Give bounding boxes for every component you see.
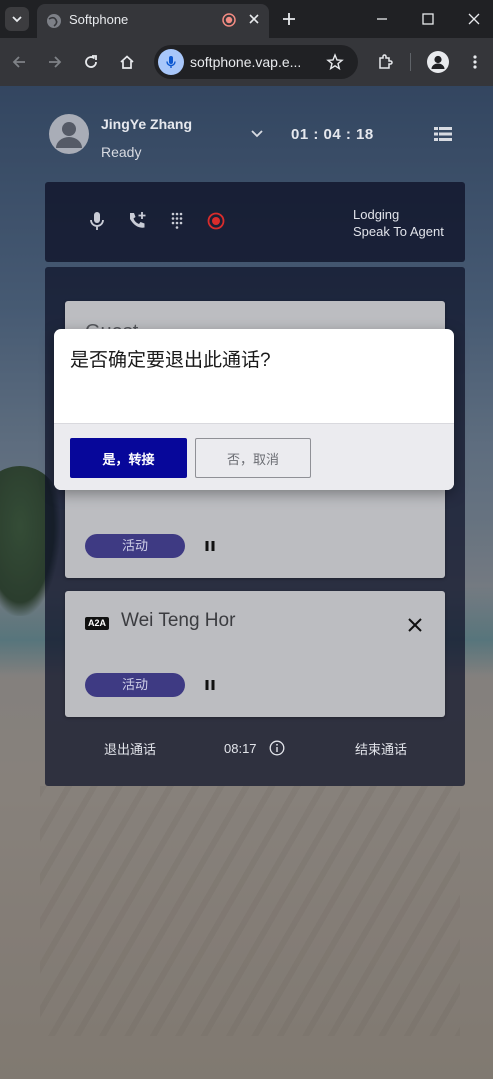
confirm-transfer-button[interactable]: 是，转接 [70,438,187,478]
end-call-button[interactable]: 结束通话 [355,739,407,758]
queue-subtitle: Speak To Agent [353,224,444,239]
browser-tab[interactable]: Softphone [37,4,269,38]
forward-icon[interactable] [46,53,64,71]
close-tab-icon[interactable] [246,11,262,27]
bookmark-star-icon[interactable] [326,53,344,71]
list-menu-icon[interactable] [434,126,452,142]
dialog-message: 是否确定要退出此通话? [70,350,271,371]
back-icon[interactable] [10,53,28,71]
agent-avatar[interactable] [49,114,89,154]
globe-icon [47,14,61,28]
browser-menu-icon[interactable] [466,53,484,71]
person-icon [56,122,82,148]
call-card-name: Wei Teng Hor [121,610,236,631]
close-icon[interactable] [407,617,423,633]
info-icon[interactable] [269,740,285,756]
tab-search-button[interactable] [5,7,29,31]
recording-icon [222,13,236,27]
new-tab-icon[interactable] [281,11,297,27]
a2a-badge: A2A [85,617,109,630]
softphone-page: JingYe Zhang Ready 01 : 04 : 18 Lodging … [0,86,493,1079]
queue-name: Lodging [353,207,400,222]
site-info-button[interactable] [158,49,184,75]
dialog-footer: 是，转接 否，取消 [54,423,454,490]
maximize-icon[interactable] [420,11,436,27]
url-text: softphone.vap.e... [190,54,302,70]
exit-call-dialog: 是否确定要退出此通话? 是，转接 否，取消 [54,329,454,490]
tab-title: Softphone [69,12,129,27]
pause-icon[interactable] [204,540,216,552]
call-duration: 08:17 [224,741,257,756]
agent-name: JingYe Zhang [101,116,193,132]
address-bar[interactable]: softphone.vap.e... [154,45,358,79]
chevron-down-icon [12,16,22,23]
chevron-down-icon[interactable] [249,126,265,142]
add-call-icon[interactable] [126,210,148,232]
microphone-permission-icon [166,56,176,68]
close-window-icon[interactable] [466,11,482,27]
toolbar-divider [410,53,411,71]
reload-icon[interactable] [82,53,100,71]
minimize-icon[interactable] [374,11,390,27]
person-icon [431,55,445,69]
cancel-button[interactable]: 否，取消 [195,438,311,478]
call-status-badge: 活动 [85,534,185,558]
dialpad-icon[interactable] [166,210,188,232]
browser-toolbar: softphone.vap.e... [0,38,493,86]
call-status-badge: 活动 [85,673,185,697]
profile-avatar[interactable] [427,51,449,73]
home-icon[interactable] [118,53,136,71]
record-icon[interactable] [205,210,227,232]
call-card-agent[interactable]: A2A Wei Teng Hor 活动 [65,591,445,717]
call-timer: 01 : 04 : 18 [291,126,374,143]
browser-tabstrip: Softphone [0,0,493,38]
exit-call-button[interactable]: 退出通话 [104,739,156,758]
call-controls-panel: Lodging Speak To Agent [45,182,465,262]
agent-status: Ready [101,144,142,160]
extensions-icon[interactable] [376,53,394,71]
pause-icon[interactable] [204,679,216,691]
microphone-icon[interactable] [86,210,108,232]
